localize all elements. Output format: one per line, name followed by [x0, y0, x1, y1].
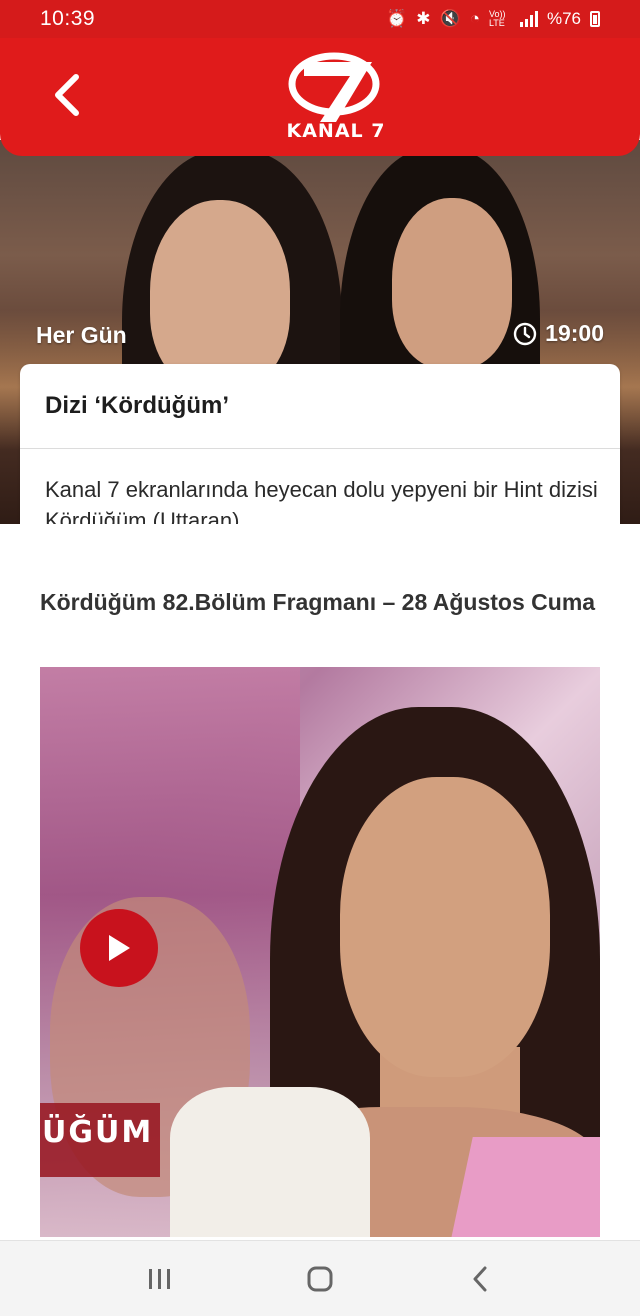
kanal7-logo-mark	[288, 52, 380, 122]
kanal7-logo: KANAL 7	[276, 46, 396, 148]
broadcast-time: 19:00	[513, 320, 604, 347]
system-nav-bar	[0, 1240, 640, 1316]
show-title: Dizi ‘Kördüğüm’	[45, 392, 229, 419]
broadcast-day: Her Gün	[36, 322, 127, 348]
app-header: KANAL 7	[0, 38, 640, 156]
battery-percentage: %76	[546, 9, 581, 28]
back-button[interactable]	[40, 68, 94, 122]
nav-back-icon	[473, 1266, 487, 1291]
wifi-icon: ◔	[469, 9, 480, 28]
home-icon	[307, 1266, 333, 1291]
status-bar: 10:39 ⏰ ✱ 🔇 ◔ Vo)) LTE %76	[0, 0, 640, 38]
play-button[interactable]	[80, 909, 158, 987]
status-time: 10:39	[40, 7, 96, 30]
back-arrow-icon	[55, 74, 79, 116]
battery-icon	[590, 11, 600, 27]
alarm-icon: ⏰	[386, 9, 408, 28]
video-thumbnail[interactable]: ÜĞÜM	[40, 667, 600, 1237]
clock-icon	[513, 322, 537, 345]
nav-back-button[interactable]	[450, 1249, 510, 1309]
home-button[interactable]	[290, 1249, 350, 1309]
bluetooth-icon: ✱	[416, 9, 431, 28]
signal-icon	[519, 11, 538, 27]
thumbnail-caption: ÜĞÜM	[42, 1115, 154, 1150]
recents-button[interactable]	[130, 1249, 190, 1309]
lte-label: Vo)) LTE	[488, 9, 506, 28]
recents-icon	[149, 1268, 170, 1289]
mute-icon: 🔇	[439, 9, 461, 28]
video-title[interactable]: Kördüğüm 82.Bölüm Fragmanı – 28 Ağustos …	[40, 586, 600, 618]
logo-text: KANAL 7	[286, 120, 386, 142]
broadcast-time-text: 19:00	[545, 320, 604, 346]
card-divider	[20, 448, 620, 449]
status-icons: ⏰ ✱ 🔇 ◔ Vo)) LTE %76	[386, 9, 600, 29]
play-icon	[109, 935, 130, 961]
show-info-card: Dizi ‘Kördüğüm’ Kanal 7 ekranlarında hey…	[20, 364, 620, 544]
